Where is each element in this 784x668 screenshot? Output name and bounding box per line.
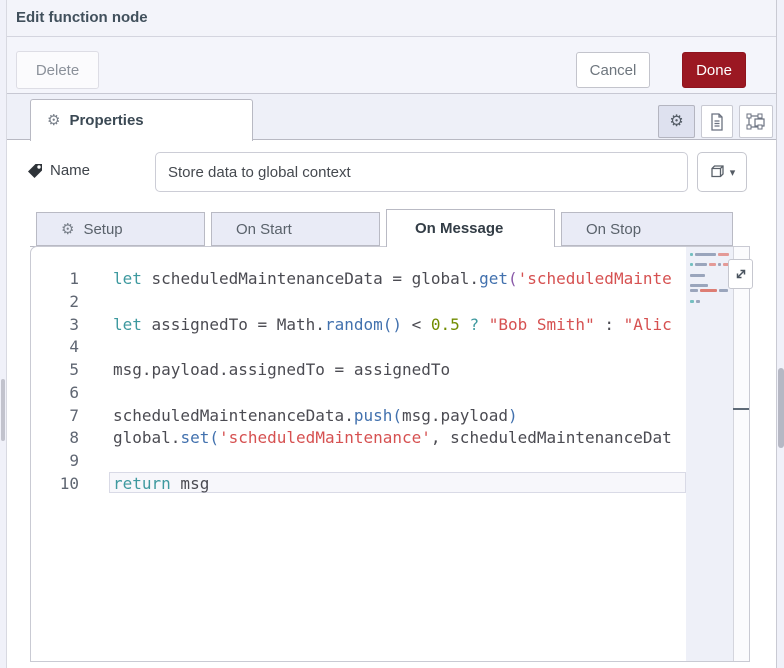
dialog-title: Edit function node xyxy=(16,9,148,26)
book-icon xyxy=(711,165,724,178)
document-icon xyxy=(711,112,723,131)
line-number: 8 xyxy=(69,428,79,447)
edit-function-node-dialog: Edit function node Delete Cancel Done ⚙ … xyxy=(0,0,784,668)
code-line-4[interactable]: 4 xyxy=(31,335,687,358)
minimap-line xyxy=(690,284,708,287)
tag-icon xyxy=(28,163,42,178)
code-line-3[interactable]: 3 let assignedTo = Math.random() < 0.5 ? … xyxy=(31,313,687,336)
editor-minimap[interactable] xyxy=(686,247,733,661)
tab-on-stop-label: On Stop xyxy=(586,220,642,238)
appearance-button[interactable] xyxy=(739,105,773,138)
editor-scrollbar-thumb[interactable] xyxy=(733,408,749,410)
scrollbar-thumb[interactable] xyxy=(1,379,5,441)
tab-on-start-label: On Start xyxy=(236,220,292,238)
node-properties-button[interactable]: ⚙ xyxy=(658,105,695,138)
cancel-button[interactable]: Cancel xyxy=(576,52,650,88)
gear-icon: ⚙ xyxy=(47,112,61,129)
code-editor[interactable]: 1 let scheduledMaintenanceData = global.g… xyxy=(30,246,753,662)
code-line-2[interactable]: 2 xyxy=(31,290,687,313)
code-text: global.set('scheduledMaintenance', sched… xyxy=(113,428,672,447)
scrollbar-thumb[interactable] xyxy=(778,368,784,448)
code-line-8[interactable]: 8 global.set('scheduledMaintenance', sche… xyxy=(31,426,687,449)
tab-on-message-label: On Message xyxy=(415,220,504,237)
tab-properties[interactable]: ⚙ Properties xyxy=(30,99,253,141)
tab-properties-label: Properties xyxy=(69,112,144,129)
minimap-line xyxy=(690,253,729,256)
function-tab-bar: ⚙ Setup On Start On Message On Stop xyxy=(0,209,784,247)
chevron-down-icon: ▾ xyxy=(729,166,736,179)
name-input[interactable] xyxy=(155,152,688,192)
minimap-line xyxy=(690,274,705,277)
code-text: msg.payload.assignedTo = assignedTo xyxy=(113,360,451,379)
code-line-10[interactable]: 10 return msg xyxy=(31,472,687,495)
gear-icon: ⚙ xyxy=(61,220,75,238)
line-number: 9 xyxy=(69,451,79,470)
tab-on-start[interactable]: On Start xyxy=(211,212,380,246)
dialog-scrollbar-right[interactable] xyxy=(776,0,784,668)
done-button[interactable]: Done xyxy=(682,52,746,88)
line-number: 10 xyxy=(59,474,79,493)
library-button[interactable]: ▾ xyxy=(697,152,747,192)
code-line-5[interactable]: 5 msg.payload.assignedTo = assignedTo xyxy=(31,358,687,381)
minimap-line xyxy=(690,263,730,266)
code-text: let scheduledMaintenanceData = global.ge… xyxy=(113,269,672,288)
tab-setup[interactable]: ⚙ Setup xyxy=(36,212,205,246)
code-text: scheduledMaintenanceData.push(msg.payloa… xyxy=(113,406,518,425)
line-number: 5 xyxy=(69,360,79,379)
panel-tab-bar: ⚙ Properties ⚙ xyxy=(0,94,784,141)
editor-scrollbar[interactable] xyxy=(733,247,749,661)
name-label-text: Name xyxy=(50,162,91,179)
expand-icon xyxy=(736,269,745,279)
expand-editor-button[interactable] xyxy=(728,259,753,289)
dialog-scrollbar-left[interactable] xyxy=(0,0,7,668)
appearance-icon xyxy=(746,113,765,129)
description-button[interactable] xyxy=(701,105,733,138)
tab-on-message[interactable]: On Message xyxy=(386,209,555,247)
dialog-button-row: Delete Cancel Done xyxy=(0,37,784,94)
code-line-6[interactable]: 6 xyxy=(31,381,687,404)
line-number: 3 xyxy=(69,315,79,334)
name-field-label: Name xyxy=(27,162,90,179)
minimap-line xyxy=(690,289,728,292)
delete-button[interactable]: Delete xyxy=(16,51,99,89)
line-number: 1 xyxy=(69,269,79,288)
line-number: 4 xyxy=(69,337,79,356)
dialog-header: Edit function node xyxy=(0,0,784,37)
gear-icon: ⚙ xyxy=(669,112,684,130)
code-text: return msg xyxy=(113,474,210,493)
code-line-9[interactable]: 9 xyxy=(31,449,687,472)
tab-setup-label: Setup xyxy=(83,220,123,238)
code-line-1[interactable]: 1 let scheduledMaintenanceData = global.g… xyxy=(31,267,687,290)
line-number: 6 xyxy=(69,383,79,402)
line-number: 7 xyxy=(69,406,79,425)
tab-on-stop[interactable]: On Stop xyxy=(561,212,733,246)
code-text: let assignedTo = Math.random() < 0.5 ? "… xyxy=(113,315,672,334)
line-number: 2 xyxy=(69,292,79,311)
minimap-line xyxy=(690,300,700,303)
code-line-7[interactable]: 7 scheduledMaintenanceData.push(msg.paylo… xyxy=(31,404,687,427)
